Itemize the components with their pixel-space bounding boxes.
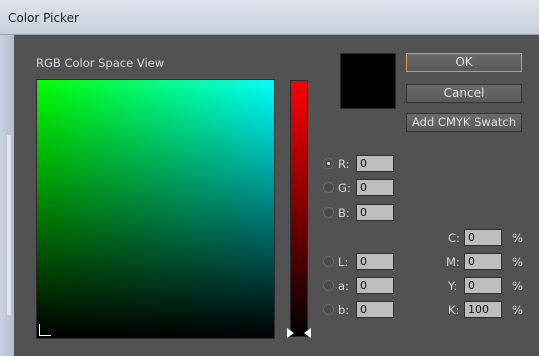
lab-row-l: L: 0 xyxy=(323,253,403,271)
label-r: R: xyxy=(338,157,350,171)
radio-b[interactable] xyxy=(323,207,334,218)
slider-arrow-left-icon xyxy=(287,328,294,338)
input-c[interactable]: 0 xyxy=(464,229,502,246)
label-g: G: xyxy=(338,181,351,195)
radio-a[interactable] xyxy=(323,280,334,291)
ok-button[interactable]: OK xyxy=(406,53,522,72)
rgb-row-b: B: 0 xyxy=(323,204,403,222)
input-k[interactable]: 100 xyxy=(464,301,502,318)
radio-g[interactable] xyxy=(323,182,334,193)
radio-r[interactable] xyxy=(323,158,334,169)
window-title: Color Picker xyxy=(8,11,79,25)
label-y: Y: xyxy=(448,279,458,293)
input-g[interactable]: 0 xyxy=(356,179,394,196)
cmyk-row-k: K: 100 % xyxy=(446,301,526,319)
input-lab-b[interactable]: 0 xyxy=(356,301,394,318)
label-a: a: xyxy=(338,279,349,293)
cmyk-row-y: Y: 0 % xyxy=(446,277,526,295)
title-bar: Color Picker xyxy=(0,0,539,35)
lab-row-a: a: 0 xyxy=(323,277,403,295)
radio-lab-b[interactable] xyxy=(323,304,334,315)
color-field[interactable] xyxy=(36,79,275,339)
lab-row-b: b: 0 xyxy=(323,301,403,319)
frame-highlight xyxy=(7,135,11,315)
unit-m: % xyxy=(512,255,523,269)
unit-k: % xyxy=(512,303,523,317)
rgb-row-g: G: 0 xyxy=(323,179,403,197)
label-l: L: xyxy=(338,255,349,269)
color-field-cursor[interactable] xyxy=(39,324,51,336)
input-l[interactable]: 0 xyxy=(356,253,394,270)
rgb-row-r: R: 0 xyxy=(323,155,403,173)
unit-c: % xyxy=(512,231,523,245)
input-r[interactable]: 0 xyxy=(356,155,394,172)
label-m: M: xyxy=(446,255,460,269)
unit-y: % xyxy=(512,279,523,293)
slider-arrow-right-icon xyxy=(304,328,311,338)
add-cmyk-swatch-button[interactable]: Add CMYK Swatch xyxy=(406,113,522,132)
input-y[interactable]: 0 xyxy=(464,277,502,294)
input-a[interactable]: 0 xyxy=(356,277,394,294)
input-b[interactable]: 0 xyxy=(356,204,394,221)
radio-l[interactable] xyxy=(323,256,334,267)
label-lab-b: b: xyxy=(338,303,350,317)
label-k: K: xyxy=(448,303,460,317)
label-b: B: xyxy=(338,206,350,220)
current-color-swatch xyxy=(340,53,396,109)
label-c: C: xyxy=(448,231,460,245)
cmyk-row-m: M: 0 % xyxy=(446,253,526,271)
input-m[interactable]: 0 xyxy=(464,253,502,270)
cmyk-row-c: C: 0 % xyxy=(446,229,526,247)
cancel-button[interactable]: Cancel xyxy=(406,84,522,103)
color-space-label: RGB Color Space View xyxy=(36,56,165,70)
slider-handle[interactable] xyxy=(287,328,311,338)
hue-slider[interactable] xyxy=(290,80,308,337)
window-frame-left xyxy=(0,35,14,356)
